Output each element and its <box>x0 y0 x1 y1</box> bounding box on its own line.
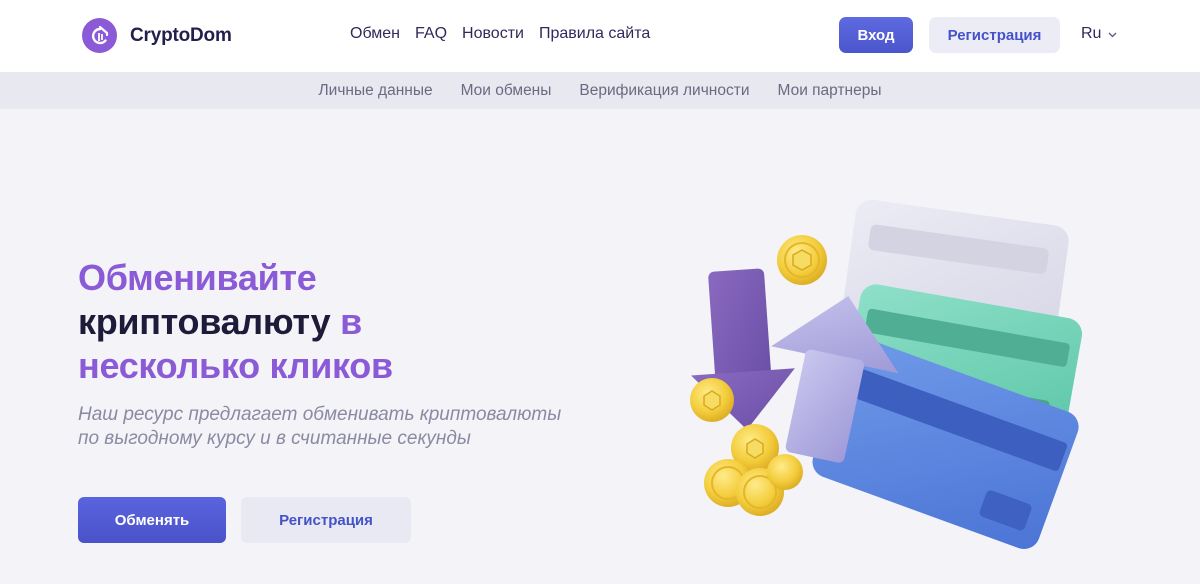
hero-title-line2-accent: в <box>340 301 362 342</box>
crypto-logo-icon <box>82 18 117 53</box>
subnav-my-exchanges[interactable]: Мои обмены <box>461 82 552 100</box>
account-subnav: Личные данные Мои обмены Верификация лич… <box>0 72 1200 109</box>
register-button[interactable]: Регистрация <box>929 17 1060 53</box>
subnav-partners[interactable]: Мои партнеры <box>777 82 881 100</box>
hero-title: Обменивайте криптовалюту в несколько кли… <box>78 256 393 388</box>
language-label: Ru <box>1081 25 1102 42</box>
nav-link-exchange[interactable]: Обмен <box>350 25 400 43</box>
coin-top <box>777 235 827 285</box>
main-nav: Обмен FAQ Новости Правила сайта <box>350 25 665 43</box>
hero-title-line1: Обменивайте <box>78 257 317 298</box>
hero-description-line1: Наш ресурс предлагает обменивать криптов… <box>78 404 562 425</box>
hero-illustration <box>690 200 1083 550</box>
chevron-down-icon <box>1108 32 1117 38</box>
language-selector[interactable]: Ru <box>1081 25 1117 43</box>
top-header: CryptoDom Обмен FAQ Новости Правила сайт… <box>0 0 1200 72</box>
hero-description-line2: по выгодному курсу и в считанные секунды <box>78 428 471 449</box>
subnav-personal-data[interactable]: Личные данные <box>319 82 433 100</box>
hero-description: Наш ресурс предлагает обменивать криптов… <box>78 403 618 451</box>
exchange-button[interactable]: Обменять <box>78 497 226 543</box>
hero-title-line2: криптовалюту <box>78 301 331 342</box>
hero-register-button[interactable]: Регистрация <box>241 497 411 543</box>
coin-left <box>690 378 734 422</box>
nav-link-rules[interactable]: Правила сайта <box>539 25 650 43</box>
subnav-verification[interactable]: Верификация личности <box>579 82 749 100</box>
nav-link-news[interactable]: Новости <box>462 25 524 43</box>
logo-text: CryptoDom <box>130 24 232 46</box>
login-button[interactable]: Вход <box>839 17 913 53</box>
site-logo[interactable]: CryptoDom <box>82 18 232 53</box>
nav-link-faq[interactable]: FAQ <box>415 25 447 43</box>
hero-title-line3: несколько кликов <box>78 345 393 386</box>
